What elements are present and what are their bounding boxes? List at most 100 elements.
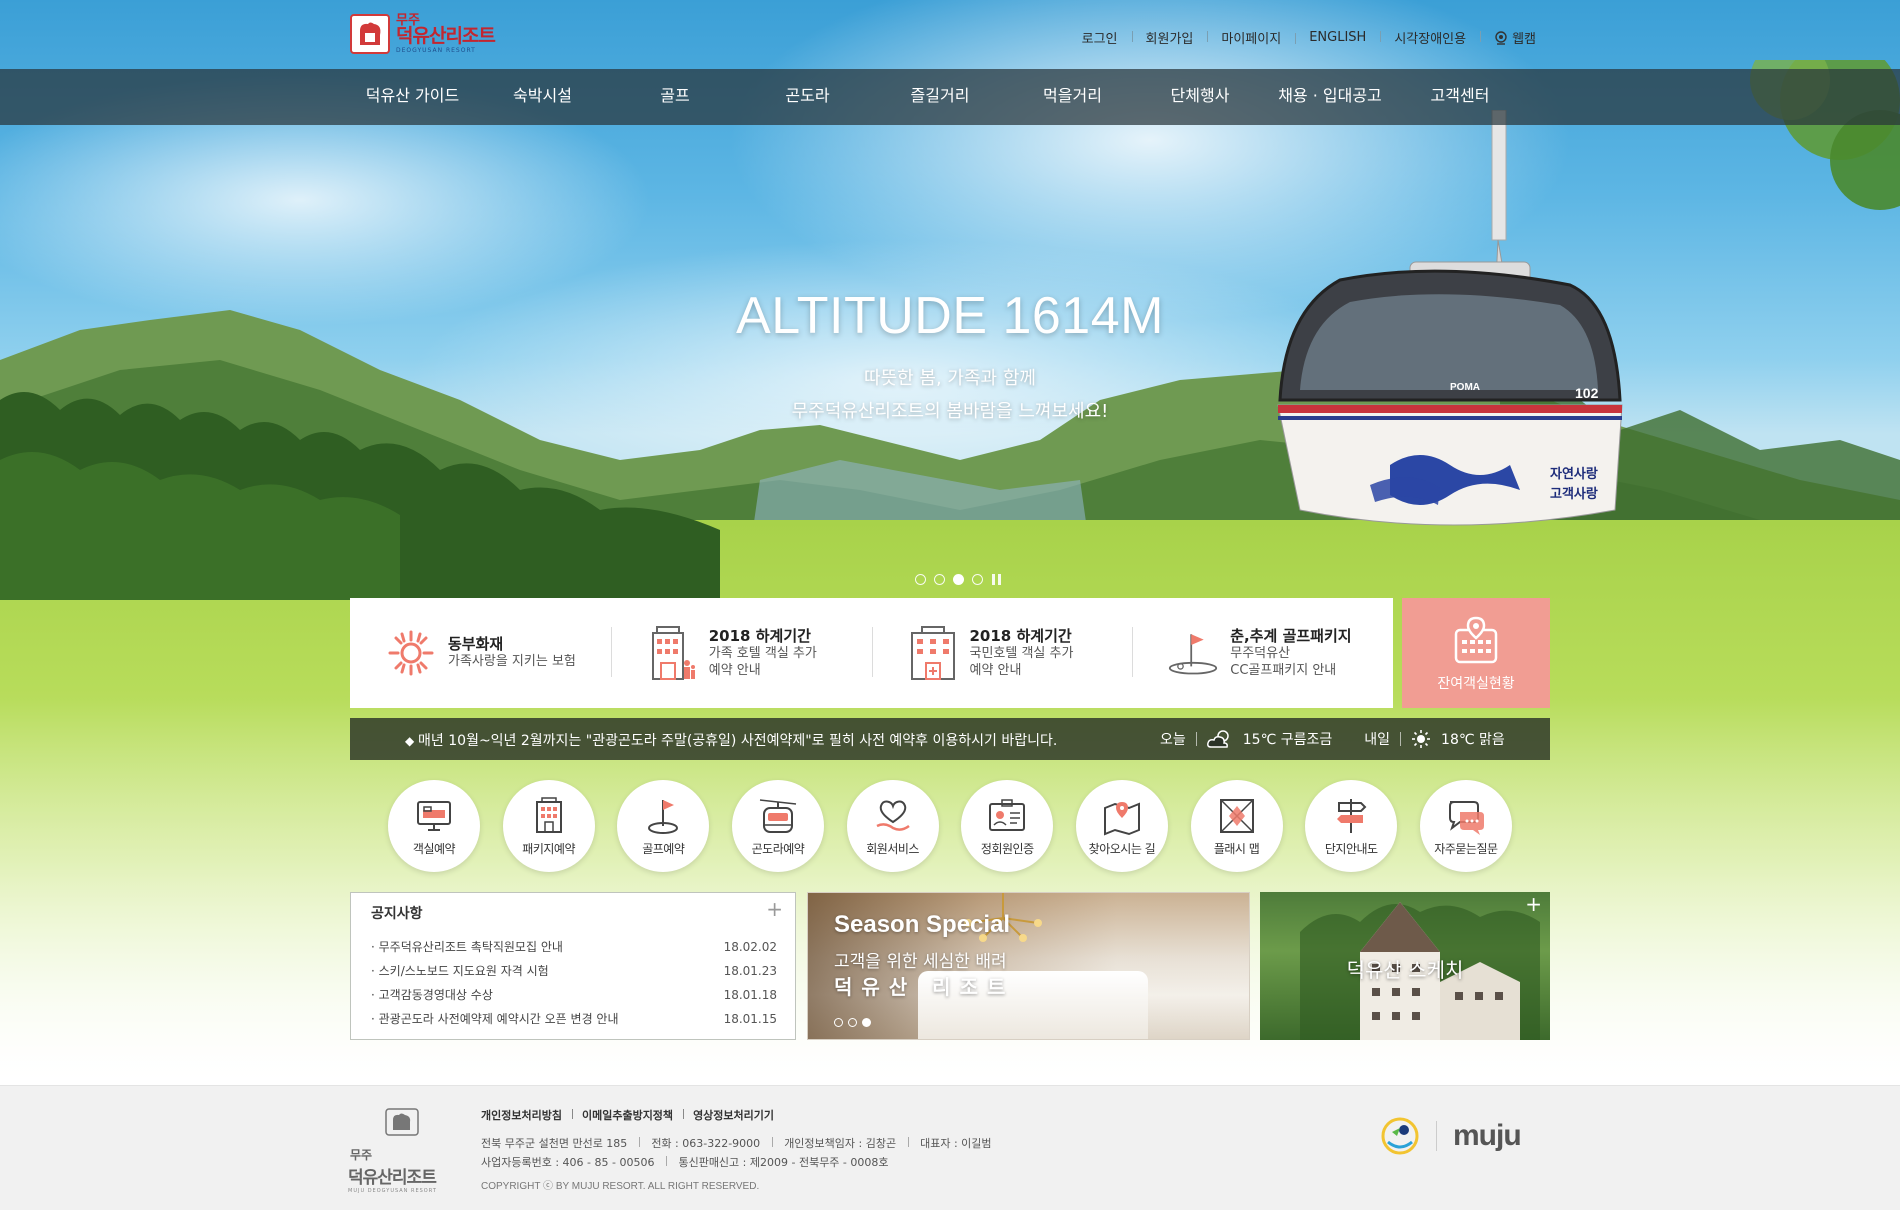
service-label: 객실예약 — [412, 841, 456, 856]
slide-dot-3[interactable] — [953, 574, 964, 585]
service-package-booking[interactable]: 패키지예약 — [502, 780, 595, 872]
treeline-illustration — [0, 392, 720, 600]
quick-desc-2: 예약 안내 — [708, 662, 761, 678]
notice-item-title: 고객감동경영대상 수상 — [371, 983, 493, 1007]
slide-dot-1[interactable] — [915, 574, 926, 585]
signup-link[interactable]: 회원가입 — [1131, 28, 1208, 47]
hotel-building-icon — [908, 625, 958, 681]
notice-item-title: 무주덕유산리조트 촉탁직원모집 안내 — [371, 935, 563, 959]
footer-privacy-officer: 개인정보책임자 : 김창곤 — [772, 1135, 908, 1151]
footer-logo-small: 무주 — [350, 1148, 373, 1162]
season-dot-2[interactable] — [848, 1018, 857, 1027]
webcam-label: 웹캠 — [1512, 32, 1536, 47]
season-line-1: 고객을 위한 세심한 배려 — [834, 952, 1007, 972]
footer-links: 개인정보처리방침 이메일추출방지정책 영상정보처리기기 — [481, 1107, 784, 1123]
quick-desc-2: 예약 안내 — [969, 662, 1022, 678]
hero-slider-dots — [915, 574, 1002, 585]
service-room-booking[interactable]: 객실예약 — [388, 780, 480, 872]
notice-more-icon[interactable]: + — [766, 897, 783, 921]
quick-item-family-hotel[interactable]: 2018 하계기간 가족 호텔 객실 추가 예약 안내 — [610, 625, 872, 681]
pause-icon[interactable] — [991, 574, 1002, 585]
notice-item[interactable]: 스키/스노보드 지도요원 자격 시험 18.01.23 — [371, 959, 777, 983]
weather-today-label: 오늘 — [1160, 732, 1186, 748]
notice-item[interactable]: 관광곤도라 사전예약제 예약시간 오픈 변경 안내 18.01.15 — [371, 1007, 777, 1031]
gondola-icon — [759, 798, 797, 833]
footer-copyright: COPYRIGHT ⓒ BY MUJU RESORT. ALL RIGHT RE… — [481, 1181, 760, 1192]
service-member-verify[interactable]: 정회원인증 — [961, 780, 1054, 872]
service-complex-guide[interactable]: 단지안내도 — [1305, 780, 1398, 872]
accessibility-link[interactable]: 시각장애인용 — [1380, 28, 1480, 47]
site-logo[interactable]: 무주 덕유산리조트 DEOGYUSAN RESORT — [350, 12, 515, 56]
quick-title: 2018 하계기간 — [708, 626, 811, 645]
utility-nav: 로그인 회원가입 마이페이지 ENGLISH 시각장애인용 웹캠 — [1068, 28, 1550, 47]
mypage-link[interactable]: 마이페이지 — [1207, 28, 1295, 47]
nav-dining[interactable]: 먹을거리 — [1005, 69, 1140, 125]
quick-item-national-hotel[interactable]: 2018 하계기간 국민호텔 객실 추가 예약 안내 — [871, 625, 1133, 681]
footer-ecommerce-number: 통신판매신고 : 제2009 - 전북무주 - 0008호 — [666, 1154, 900, 1170]
quick-title: 2018 하계기간 — [969, 626, 1072, 645]
footer-business-number: 사업자등록번호 : 406 - 85 - 00506 — [481, 1156, 655, 1169]
resort-logo-icon — [350, 14, 390, 54]
privacy-policy-link[interactable]: 개인정보처리방침 — [481, 1107, 572, 1123]
gondola-number: 102 — [1575, 385, 1599, 401]
quick-item-insurance[interactable]: 동부화재 가족사랑을 지키는 보험 — [350, 625, 611, 681]
notice-bar: 매년 10월~익년 2월까지는 "관광곤도라 주말(공휴일) 사전예약제"로 필… — [350, 718, 1550, 760]
english-link[interactable]: ENGLISH — [1295, 30, 1380, 45]
notice-item-date: 18.01.23 — [723, 964, 777, 978]
service-label: 자주묻는질문 — [1434, 841, 1498, 856]
logo-sub-text: DEOGYUSAN RESORT — [396, 47, 476, 54]
quick-title: 동부화재 — [448, 635, 504, 653]
footer-address: 전북 무주군 설천면 만선로 185 — [481, 1137, 628, 1150]
muju-county-emblem-icon[interactable] — [1380, 1116, 1420, 1156]
heart-hand-icon — [876, 800, 910, 831]
gondola-brand: POMA — [1450, 382, 1480, 393]
season-dot-1[interactable] — [834, 1018, 843, 1027]
sketch-banner[interactable]: 덕유산 스케치 + — [1260, 892, 1550, 1040]
nav-group-events[interactable]: 단체행사 — [1140, 69, 1260, 125]
service-faq[interactable]: 자주묻는질문 — [1419, 780, 1512, 872]
notice-item[interactable]: 고객감동경영대상 수상 18.01.18 — [371, 983, 777, 1007]
email-policy-link[interactable]: 이메일추출방지정책 — [571, 1107, 683, 1123]
footer-logo-big: 덕유산리조트 — [348, 1168, 437, 1188]
cctv-policy-link[interactable]: 영상정보처리기기 — [683, 1107, 784, 1123]
gondola-illustration: POMA 102 자연사랑 고객사랑 — [1277, 110, 1623, 526]
footer-logo[interactable]: 무주 덕유산리조트 MUJU DEOGYUSAN RESORT — [348, 1108, 456, 1194]
service-label: 찾아오시는 길 — [1088, 841, 1156, 856]
footer-partner-logos: muju — [1380, 1116, 1550, 1156]
webcam-link[interactable]: 웹캠 — [1480, 28, 1550, 47]
nav-activities[interactable]: 즐길거리 — [875, 69, 1005, 125]
logo-big-text: 덕유산리조트 — [396, 25, 496, 47]
season-special-banner[interactable]: Season Special 고객을 위한 세심한 배려 덕유산 리조트 — [807, 892, 1250, 1040]
nav-customer-center[interactable]: 고객센터 — [1400, 69, 1520, 125]
member-card-icon — [989, 798, 1026, 831]
golf-flag-icon — [1168, 625, 1218, 681]
nav-recruit[interactable]: 채용 · 입대공고 — [1260, 69, 1400, 125]
nav-lodging[interactable]: 숙박시설 — [475, 69, 610, 125]
service-flash-map[interactable]: 플래시 맵 — [1190, 780, 1283, 872]
nav-guide[interactable]: 덕유산 가이드 — [350, 69, 475, 125]
season-title: Season Special — [834, 911, 1011, 938]
notice-list: 무주덕유산리조트 촉탁직원모집 안내 18.02.02 스키/스노보드 지도요원 … — [371, 935, 777, 1031]
nav-golf[interactable]: 골프 — [610, 69, 740, 125]
quick-desc: 가족 호텔 객실 추가 — [708, 645, 817, 661]
muju-brand-logo[interactable]: muju — [1453, 1119, 1522, 1153]
slide-dot-4[interactable] — [972, 574, 983, 585]
weather-tomorrow-value: 18℃ 맑음 — [1441, 732, 1505, 748]
service-gondola-booking[interactable]: 곤도라예약 — [731, 780, 824, 872]
service-member[interactable]: 회원서비스 — [846, 780, 939, 872]
login-link[interactable]: 로그인 — [1068, 28, 1132, 47]
slide-dot-2[interactable] — [934, 574, 945, 585]
service-golf-booking[interactable]: 골프예약 — [617, 780, 710, 872]
notice-item[interactable]: 무주덕유산리조트 촉탁직원모집 안내 18.02.02 — [371, 935, 777, 959]
hotel-family-icon — [647, 625, 697, 681]
gondola-notice-text[interactable]: 매년 10월~익년 2월까지는 "관광곤도라 주말(공휴일) 사전예약제"로 필… — [405, 730, 1057, 750]
season-dot-3[interactable] — [862, 1018, 871, 1027]
service-label: 플래시 맵 — [1213, 841, 1260, 856]
room-status-button[interactable]: 잔여객실현황 — [1402, 598, 1550, 708]
sketch-label: 덕유산 스케치 — [1346, 958, 1464, 982]
service-directions[interactable]: 찾아오시는 길 — [1075, 780, 1168, 872]
sketch-more-icon[interactable]: + — [1525, 892, 1542, 916]
nav-gondola[interactable]: 곤도라 — [740, 69, 875, 125]
quick-desc-2: CC골프패키지 안내 — [1230, 662, 1337, 678]
quick-item-golf-package[interactable]: 춘,추계 골프패키지 무주덕유산 CC골프패키지 안내 — [1132, 625, 1393, 681]
